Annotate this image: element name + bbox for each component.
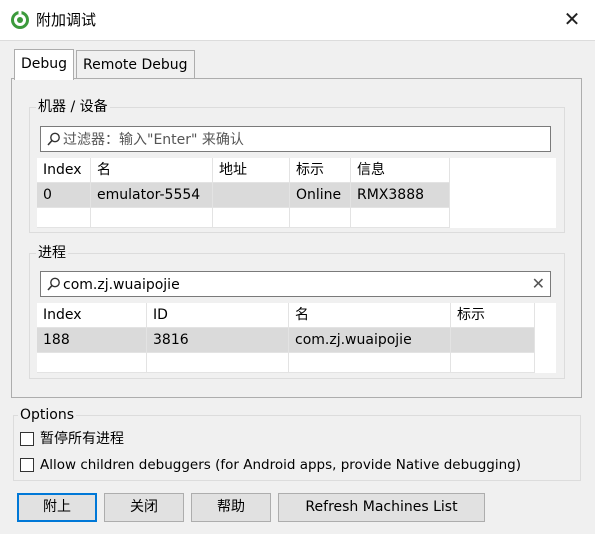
col-header-index[interactable]: Index [37, 303, 147, 328]
machine-filter-placeholder: 过滤器：输入"Enter" 来确认 [63, 132, 244, 148]
cell-name: com.zj.wuaipojie [289, 328, 451, 353]
col-header-name[interactable]: 名 [289, 303, 451, 328]
options-group-label: Options [18, 406, 77, 424]
attach-button[interactable]: 附上 [17, 493, 97, 522]
allow-children-label[interactable]: Allow children debuggers (for Android ap… [40, 456, 521, 474]
close-button[interactable]: 关闭 [104, 493, 184, 522]
magnifier-icon [46, 131, 62, 147]
processes-table[interactable]: Index ID 名 标示 188 3816 com.zj.wuaipojie [37, 303, 556, 373]
tab-remote-debug[interactable]: Remote Debug [76, 50, 195, 79]
help-button[interactable]: 帮助 [191, 493, 271, 522]
cell-info: RMX3888 [351, 183, 450, 208]
cell-id: 3816 [147, 328, 289, 353]
pause-all-label[interactable]: 暂停所有进程 [40, 430, 124, 448]
clear-icon[interactable]: ✕ [532, 275, 545, 293]
process-filter-input[interactable]: com.zj.wuaipojie ✕ [40, 271, 551, 297]
machine-filter-input[interactable]: 过滤器：输入"Enter" 来确认 [40, 126, 551, 152]
cell-index: 188 [37, 328, 147, 353]
machines-group-label: 机器 / 设备 [36, 98, 110, 116]
pause-all-checkbox[interactable] [20, 432, 34, 446]
col-header-address[interactable]: 地址 [213, 158, 290, 183]
col-header-status[interactable]: 标示 [451, 303, 535, 328]
close-icon[interactable]: ✕ [560, 8, 584, 32]
col-header-status[interactable]: 标示 [290, 158, 351, 183]
cell-address [213, 183, 290, 208]
col-header-info[interactable]: 信息 [351, 158, 450, 183]
cell-index: 0 [37, 183, 91, 208]
background-window-strip [0, 534, 595, 540]
cell-status [451, 328, 535, 353]
tab-debug[interactable]: Debug [14, 49, 75, 80]
col-header-id[interactable]: ID [147, 303, 289, 328]
process-filter-value: com.zj.wuaipojie [63, 277, 180, 293]
processes-group-label: 进程 [36, 244, 68, 262]
app-icon [10, 10, 30, 30]
window-title: 附加调试 [36, 11, 97, 29]
machines-table[interactable]: Index 名 地址 标示 信息 0 emulator-5554 Online … [37, 158, 556, 228]
cell-name: emulator-5554 [91, 183, 213, 208]
refresh-machines-button[interactable]: Refresh Machines List [278, 493, 485, 522]
col-header-index[interactable]: Index [37, 158, 91, 183]
col-header-name[interactable]: 名 [91, 158, 213, 183]
magnifier-icon [46, 276, 62, 292]
cell-status: Online [290, 183, 351, 208]
allow-children-checkbox[interactable] [20, 458, 34, 472]
